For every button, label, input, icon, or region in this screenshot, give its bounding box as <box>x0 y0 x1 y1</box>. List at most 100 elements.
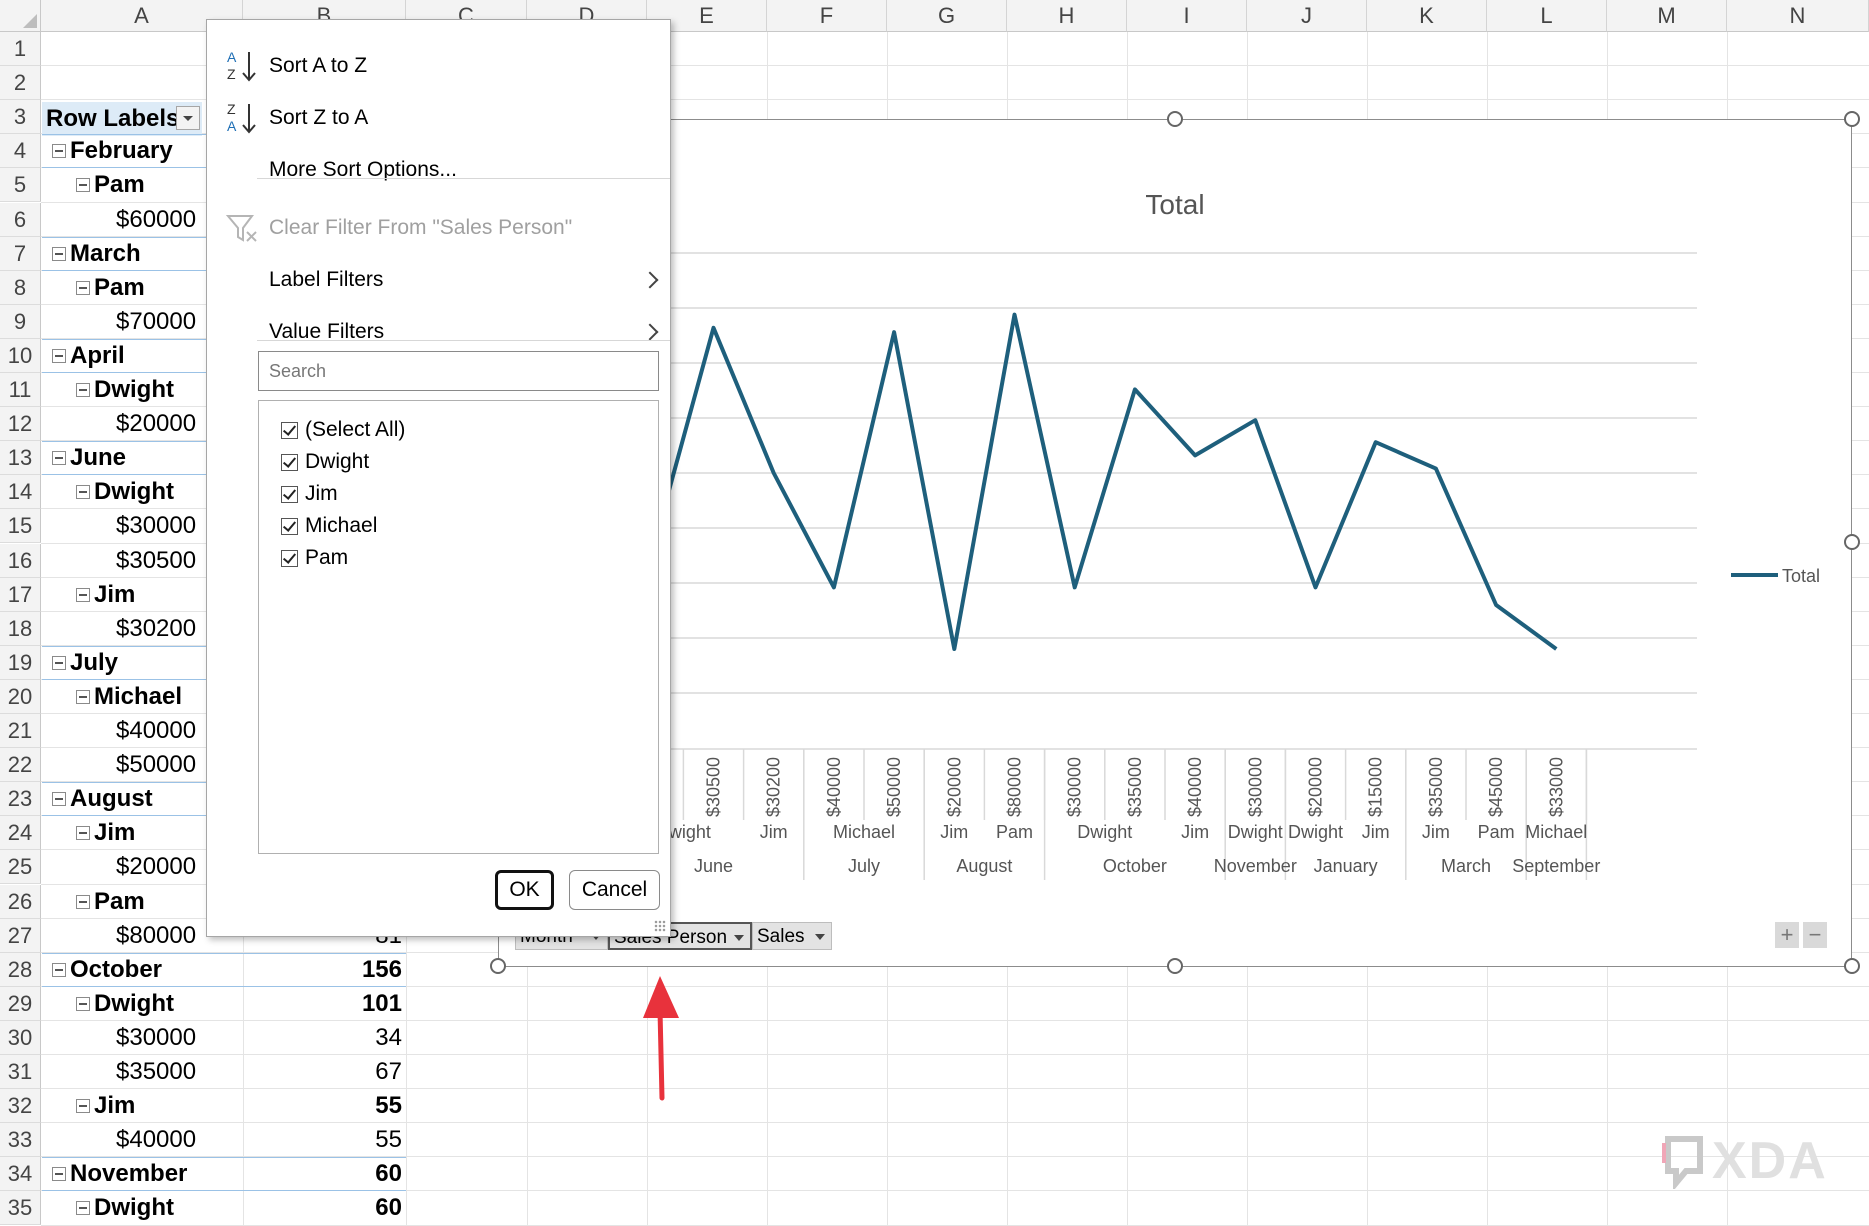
pivot-month-label[interactable]: April <box>70 339 125 373</box>
row-header-7[interactable]: 7 <box>0 236 41 271</box>
collapse-icon[interactable] <box>76 178 90 193</box>
row-header-30[interactable]: 30 <box>0 1020 41 1055</box>
row-header-26[interactable]: 26 <box>0 884 41 919</box>
row-header-22[interactable]: 22 <box>0 748 41 783</box>
row-header-27[interactable]: 27 <box>0 918 41 953</box>
row-header-15[interactable]: 15 <box>0 509 41 544</box>
collapse-icon[interactable] <box>76 485 90 500</box>
pivot-sales-label[interactable]: $35000 <box>116 1055 196 1089</box>
pivot-value-cell[interactable]: 55 <box>300 1123 402 1157</box>
row-header-8[interactable]: 8 <box>0 270 41 305</box>
collapse-icon[interactable] <box>52 348 66 363</box>
pivot-month-label[interactable]: June <box>70 441 126 475</box>
row-header-25[interactable]: 25 <box>0 850 41 885</box>
pivot-sales-label[interactable]: $50000 <box>116 748 196 782</box>
pivot-value-cell[interactable]: 60 <box>300 1157 402 1191</box>
resize-handle-bottom-left[interactable] <box>490 958 506 974</box>
pivot-chart[interactable]: Total $20000 $30000 $30500 $30200 $40000 $500… <box>498 119 1852 967</box>
row-header-23[interactable]: 23 <box>0 782 41 817</box>
pivot-sales-label[interactable]: $60000 <box>116 203 196 237</box>
pivot-sales-label[interactable]: $30200 <box>116 612 196 646</box>
pivot-person-label[interactable]: Jim <box>94 1089 135 1123</box>
pivot-person-label[interactable]: Dwight <box>94 1191 174 1225</box>
collapse-icon[interactable] <box>52 246 66 261</box>
pivot-person-label[interactable]: Jim <box>94 578 135 612</box>
value-filters[interactable]: Value Filters <box>207 310 670 354</box>
row-header-29[interactable]: 29 <box>0 986 41 1021</box>
row-header-31[interactable]: 31 <box>0 1055 41 1090</box>
row-header-6[interactable]: 6 <box>0 202 41 237</box>
pivot-month-label[interactable]: February <box>70 134 173 168</box>
pivot-person-label[interactable]: Pam <box>94 271 145 305</box>
pivot-person-label[interactable]: Jim <box>94 816 135 850</box>
row-header-17[interactable]: 17 <box>0 577 41 612</box>
row-header-35[interactable]: 35 <box>0 1191 41 1226</box>
checkbox[interactable] <box>281 550 298 567</box>
row-header-18[interactable]: 18 <box>0 611 41 646</box>
pivot-value-cell[interactable]: 67 <box>300 1055 402 1089</box>
collapse-icon[interactable] <box>52 1167 66 1182</box>
spreadsheet[interactable]: ABCDEFGHIJKLMN 1 2 3 4 5 6 7 8 9 10 11 12 13 14 15 16 17… <box>0 0 1869 1226</box>
more-sort-options[interactable]: More Sort Options... <box>207 148 670 192</box>
collapse-icon[interactable] <box>52 655 66 670</box>
clear-filter[interactable]: Clear Filter From "Sales Person" <box>207 206 670 250</box>
row-header-9[interactable]: 9 <box>0 304 41 339</box>
row-header-20[interactable]: 20 <box>0 679 41 714</box>
column-header-i[interactable]: I <box>1127 0 1247 32</box>
pivot-sales-label[interactable]: $20000 <box>116 407 196 441</box>
collapse-icon[interactable] <box>52 144 66 159</box>
resize-handle-bottom-right[interactable] <box>1844 958 1860 974</box>
checkbox[interactable] <box>281 422 298 439</box>
pivot-sales-label[interactable]: $30500 <box>116 544 196 578</box>
collapse-icon[interactable] <box>76 383 90 397</box>
resize-grip-icon[interactable] <box>654 920 666 932</box>
pivot-sales-label[interactable]: $80000 <box>116 919 196 953</box>
row-header-19[interactable]: 19 <box>0 645 41 680</box>
ok-button[interactable]: OK <box>495 870 554 910</box>
sales-person-filter-menu[interactable]: A Z Sort A to Z Z A Sort Z to A More Sor… <box>206 19 671 937</box>
row-labels-filter-dropdown[interactable] <box>176 106 200 130</box>
row-header-3[interactable]: 3 <box>0 100 41 135</box>
pivot-person-label[interactable]: Michael <box>94 680 182 714</box>
sort-a-to-z[interactable]: A Z Sort A to Z <box>207 44 670 88</box>
checkbox[interactable] <box>281 518 298 535</box>
collapse-field-button[interactable]: − <box>1803 922 1827 948</box>
filter-search-input[interactable]: Search <box>258 351 659 391</box>
row-header-2[interactable]: 2 <box>0 66 41 101</box>
pivot-value-cell[interactable]: 101 <box>300 987 402 1021</box>
row-header-5[interactable]: 5 <box>0 168 41 203</box>
filter-value-list[interactable]: (Select All) Dwight Jim Michael Pam <box>258 400 659 854</box>
row-header-32[interactable]: 32 <box>0 1089 41 1124</box>
row-header-11[interactable]: 11 <box>0 373 41 408</box>
pivot-value-cell[interactable]: 156 <box>300 953 402 987</box>
collapse-icon[interactable] <box>76 894 90 909</box>
row-header-12[interactable]: 12 <box>0 407 41 442</box>
row-header-33[interactable]: 33 <box>0 1123 41 1158</box>
label-filters[interactable]: Label Filters <box>207 258 670 302</box>
column-header-l[interactable]: L <box>1487 0 1607 32</box>
row-header-10[interactable]: 10 <box>0 338 41 373</box>
pivot-value-cell[interactable]: 60 <box>300 1191 402 1225</box>
pivot-month-label[interactable]: July <box>70 646 118 680</box>
collapse-icon[interactable] <box>52 792 66 807</box>
resize-handle-right[interactable] <box>1844 534 1860 550</box>
collapse-icon[interactable] <box>76 996 90 1011</box>
pivot-sales-label[interactable]: $30000 <box>116 1021 196 1055</box>
column-header-g[interactable]: G <box>887 0 1007 32</box>
pivot-sales-label[interactable]: $20000 <box>116 850 196 884</box>
resize-handle-bottom[interactable] <box>1167 958 1183 974</box>
checkbox[interactable] <box>281 486 298 503</box>
column-header-m[interactable]: M <box>1607 0 1727 32</box>
pivot-month-label[interactable]: March <box>70 237 141 271</box>
pivot-person-label[interactable]: Pam <box>94 885 145 919</box>
pivot-month-label[interactable]: August <box>70 782 153 816</box>
collapse-icon[interactable] <box>76 689 90 704</box>
row-header-13[interactable]: 13 <box>0 441 41 476</box>
collapse-icon[interactable] <box>76 587 90 602</box>
column-header-h[interactable]: H <box>1007 0 1127 32</box>
pivot-sales-label[interactable]: $40000 <box>116 1123 196 1157</box>
row-header-4[interactable]: 4 <box>0 134 41 169</box>
column-header-j[interactable]: J <box>1247 0 1367 32</box>
select-all-corner[interactable] <box>0 0 41 32</box>
pivot-person-label[interactable]: Dwight <box>94 373 174 407</box>
